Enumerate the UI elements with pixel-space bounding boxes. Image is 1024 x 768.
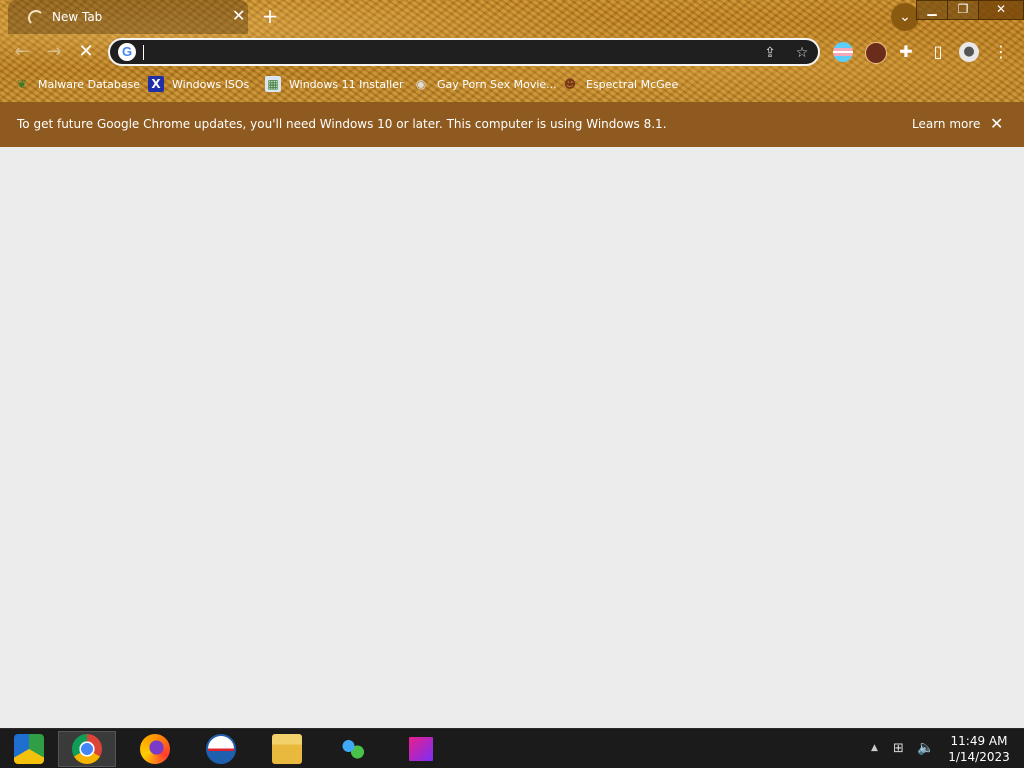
avatar-icon: ☻ (563, 77, 577, 91)
flag-extension-icon[interactable] (833, 42, 853, 62)
clock-time: 11:49 AM (950, 734, 1008, 748)
bookmarks-bar: ❦ Malware Database X Windows ISOs ▦ Wind… (0, 74, 1024, 94)
new-tab-button[interactable]: + (258, 4, 282, 28)
clock-date: 1/14/2023 (948, 750, 1010, 764)
bookmark-label: Windows 11 Installer (289, 77, 404, 91)
infobar-close-icon[interactable]: ✕ (990, 114, 1003, 133)
network-icon[interactable]: ⊞ (893, 741, 904, 756)
avatar-extension-icon[interactable] (865, 42, 887, 64)
taskbar-network-app[interactable] (324, 731, 382, 767)
menu-icon[interactable]: ⋮ (991, 42, 1011, 62)
square-app-icon (406, 734, 436, 764)
leaf-icon: ❦ (16, 77, 28, 91)
tab-search-button[interactable]: ⌄ (891, 3, 919, 31)
taskbar-chrome[interactable] (58, 731, 116, 767)
bookmark-label: Gay Porn Sex Movie... (437, 77, 557, 91)
taskbar-firefox[interactable] (126, 731, 184, 767)
back-button[interactable]: ← (11, 41, 33, 63)
network-people-icon (338, 734, 368, 764)
extensions-puzzle-icon[interactable]: ✚ (896, 42, 916, 62)
folder-icon (272, 734, 302, 764)
address-bar[interactable]: G ⇪ ☆ (108, 38, 820, 66)
infobar-message: To get future Google Chrome updates, you… (17, 117, 667, 131)
bookmark-label: Espectral McGee (586, 77, 679, 91)
chromium-icon (14, 734, 44, 764)
taskbar-file-explorer[interactable] (258, 731, 316, 767)
bookmark-item[interactable]: ◉ Gay Porn Sex Movie... (413, 74, 557, 94)
share-icon[interactable]: ⇪ (760, 43, 780, 63)
bookmark-item[interactable]: ❦ Malware Database (14, 74, 140, 94)
page-content (0, 147, 1024, 728)
forward-button[interactable]: → (43, 41, 65, 63)
firefox-icon (140, 734, 170, 764)
update-infobar: To get future Google Chrome updates, you… (0, 102, 1024, 147)
taskbar: ▲ ⊞ 🔈 11:49 AM 1/14/2023 (0, 728, 1024, 768)
text-caret (143, 45, 144, 60)
omnibox-input[interactable] (146, 42, 750, 64)
opera-icon (206, 734, 236, 764)
bookmark-item[interactable]: X Windows ISOs (148, 74, 249, 94)
bookmark-label: Windows ISOs (172, 77, 250, 91)
profile-icon[interactable]: ● (959, 42, 979, 62)
browser-frame: New Tab ✕ + ⌄ ▁ ❐ ✕ ← → ✕ G ⇪ ☆ ✚ ▯ ● ⋮ … (0, 0, 1024, 102)
tab-close-icon[interactable]: ✕ (232, 6, 245, 26)
bookmark-label: Malware Database (38, 77, 141, 91)
tab-new-tab[interactable]: New Tab ✕ (8, 0, 248, 34)
side-panel-icon[interactable]: ▯ (928, 42, 948, 62)
loading-spinner-icon (28, 10, 44, 26)
tab-title: New Tab (52, 10, 103, 24)
close-button[interactable]: ✕ (978, 0, 1024, 20)
bookmark-item[interactable]: ▦ Windows 11 Installer (265, 74, 404, 94)
x-logo-icon: X (148, 76, 164, 92)
tray-overflow-icon[interactable]: ▲ (871, 743, 878, 753)
chrome-icon (72, 734, 102, 764)
taskbar-square-app[interactable] (392, 731, 450, 767)
minimize-button[interactable]: ▁ (916, 0, 948, 20)
clock[interactable]: 11:49 AM 1/14/2023 (944, 733, 1014, 765)
volume-icon[interactable]: 🔈 (917, 740, 934, 756)
restore-button[interactable]: ❐ (947, 0, 979, 20)
globe-icon: ◉ (415, 77, 427, 91)
taskbar-chromium[interactable] (0, 731, 58, 767)
window-controls: ▁ ❐ ✕ (916, 0, 1024, 20)
taskbar-opera[interactable] (192, 731, 250, 767)
google-icon: G (118, 43, 136, 61)
image-icon: ▦ (265, 76, 281, 92)
bookmark-item[interactable]: ☻ Espectral McGee (562, 74, 678, 94)
bookmark-star-icon[interactable]: ☆ (792, 43, 812, 63)
learn-more-link[interactable]: Learn more (912, 117, 980, 131)
stop-loading-button[interactable]: ✕ (75, 41, 97, 63)
